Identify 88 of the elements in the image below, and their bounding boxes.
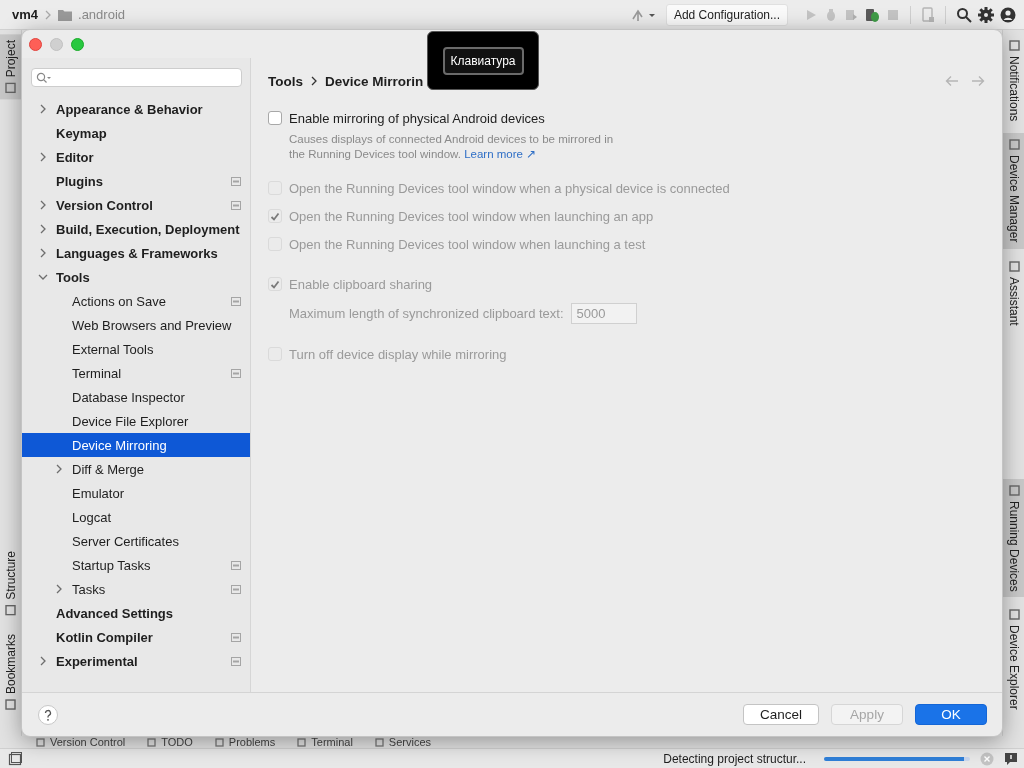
stop-icon[interactable]: [886, 7, 900, 22]
question-icon: [43, 708, 53, 721]
settings-tree-item[interactable]: Device File Explorer: [22, 409, 250, 433]
tool-window-tab[interactable]: Device Manager: [1003, 133, 1024, 249]
window-icon: [297, 737, 307, 747]
tool-window-tab[interactable]: Version Control: [36, 736, 126, 748]
forward-arrow-icon[interactable]: [971, 75, 985, 87]
settings-tree-item[interactable]: Tasks: [22, 577, 250, 601]
window-icon: [5, 604, 17, 616]
settings-tree-item[interactable]: Emulator: [22, 481, 250, 505]
settings-tree-item[interactable]: Diff & Merge: [22, 457, 250, 481]
tool-window-tab[interactable]: Bookmarks: [0, 627, 22, 716]
window-icon: [147, 737, 157, 747]
checkbox[interactable]: [268, 111, 282, 125]
settings-tree-item[interactable]: Database Inspector: [22, 385, 250, 409]
checkbox-label[interactable]: Enable mirroring of physical Android devices: [289, 110, 545, 126]
settings-icon[interactable]: [978, 6, 994, 23]
panel-toggle-icon[interactable]: [8, 751, 22, 766]
dialog-button[interactable]: Cancel: [742, 704, 819, 725]
learn-more-link[interactable]: Learn more ↗: [464, 148, 537, 160]
search-icon: [36, 71, 52, 84]
window-icon: [1008, 260, 1020, 272]
account-icon[interactable]: [1000, 6, 1016, 23]
ok-button[interactable]: OK: [915, 704, 987, 725]
help-button[interactable]: [38, 704, 58, 725]
profiler-icon[interactable]: [844, 7, 858, 22]
settings-tree-item[interactable]: Server Certificates: [22, 529, 250, 553]
device-manager-icon[interactable]: [921, 6, 935, 23]
settings-tree-item[interactable]: Kotlin Compiler: [22, 625, 250, 649]
play-icon[interactable]: [804, 7, 818, 22]
check-icon: [270, 279, 280, 289]
description-text: Causes displays of connected Android devices to be mirrored in the Running Devices tool window. Learn more ↗: [289, 132, 615, 162]
settings-tree-item[interactable]: Startup Tasks: [22, 553, 250, 577]
settings-tree-item[interactable]: Keymap: [22, 121, 250, 145]
tool-window-tab[interactable]: Terminal: [297, 736, 353, 748]
tool-window-tab[interactable]: TODO: [147, 736, 193, 748]
settings-tree-item[interactable]: Logcat: [22, 505, 250, 529]
window-icon: [374, 737, 384, 747]
breadcrumb-item: Tools: [268, 73, 303, 89]
window-icon: [1008, 40, 1020, 51]
device-bug-icon[interactable]: [864, 6, 880, 23]
run-configuration-button[interactable]: Add Configuration...: [665, 3, 788, 26]
window-icon: [5, 82, 17, 94]
back-arrow-icon[interactable]: [945, 75, 959, 87]
settings-tree-item[interactable]: Tools: [22, 265, 250, 289]
status-text: Detecting project structur...: [663, 751, 806, 766]
settings-tree-item[interactable]: Version Control: [22, 193, 250, 217]
tool-window-tab[interactable]: Device Explorer: [1003, 603, 1024, 716]
settings-tree-item[interactable]: Actions on Save: [22, 289, 250, 313]
cancel-icon[interactable]: [980, 751, 994, 766]
breadcrumb-item: Device Mirrorin: [325, 73, 424, 89]
close-button[interactable]: [29, 37, 42, 51]
bug-icon[interactable]: [824, 7, 838, 22]
tool-window-tab[interactable]: Services: [374, 736, 432, 748]
window-icon: [1008, 139, 1020, 151]
folder-icon: [58, 8, 73, 21]
settings-tree-item[interactable]: Web Browsers and Preview: [22, 313, 250, 337]
key-label: Клавиатура: [442, 46, 524, 75]
window-icon: [5, 699, 17, 710]
search-icon[interactable]: [956, 6, 972, 23]
field-label: Maximum length of synchronized clipboard text:: [289, 305, 564, 321]
window-icon: [214, 737, 224, 747]
settings-tree-item[interactable]: Languages & Frameworks: [22, 241, 250, 265]
settings-tree-item[interactable]: Advanced Settings: [22, 601, 250, 625]
settings-tree-item[interactable]: Plugins: [22, 169, 250, 193]
tool-window-tab[interactable]: Problems: [214, 736, 276, 748]
tool-window-tab[interactable]: Assistant: [1003, 254, 1024, 332]
chevron-icon: [310, 76, 318, 86]
settings-tree-item[interactable]: Device Mirroring: [22, 433, 250, 457]
window-icon: [36, 737, 45, 747]
window-icon: [1008, 609, 1020, 621]
window-icon: [1008, 484, 1020, 496]
tool-window-tab[interactable]: Notifications: [1003, 34, 1024, 128]
tool-window-tab[interactable]: Structure: [0, 545, 22, 622]
tool-window-tab[interactable]: Project: [0, 34, 22, 100]
zoom-button[interactable]: [71, 37, 84, 51]
settings-tree-item[interactable]: Appearance & Behavior: [22, 97, 250, 121]
settings-tree-item[interactable]: Terminal: [22, 361, 250, 385]
settings-tree-item[interactable]: Experimental: [22, 649, 250, 673]
settings-tree-item[interactable]: Build, Execution, Deployment: [22, 217, 250, 241]
search-field[interactable]: [31, 68, 242, 87]
chevron-icon: [44, 9, 53, 20]
event-log-icon[interactable]: [1004, 751, 1018, 766]
project-name[interactable]: vm4: [12, 7, 39, 22]
check-icon: [270, 211, 280, 221]
settings-tree-item[interactable]: Editor: [22, 145, 250, 169]
settings-tree-item[interactable]: External Tools: [22, 337, 250, 361]
tool-window-tab[interactable]: Running Devices: [1003, 478, 1024, 598]
